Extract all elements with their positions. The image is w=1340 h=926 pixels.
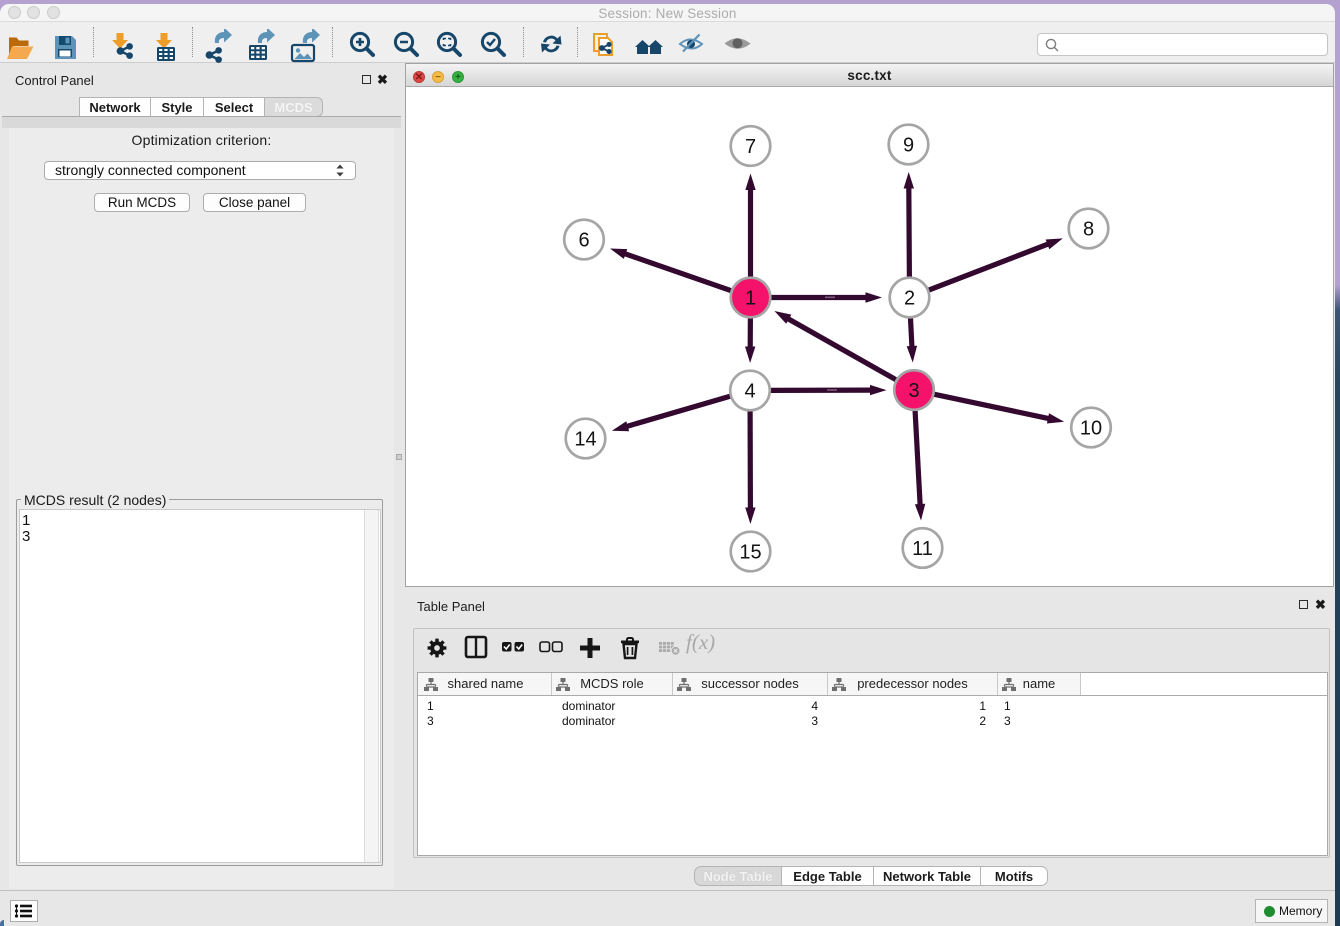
svg-text:9: 9 [903, 135, 914, 157]
svg-text:6: 6 [578, 230, 589, 252]
svg-text:3: 3 [908, 380, 919, 402]
svg-text:2: 2 [904, 288, 915, 310]
svg-text:7: 7 [745, 136, 756, 158]
svg-text:15: 15 [739, 542, 761, 564]
svg-text:4: 4 [744, 381, 755, 403]
svg-text:1: 1 [745, 288, 756, 310]
svg-text:11: 11 [912, 538, 933, 560]
svg-text:10: 10 [1080, 418, 1102, 440]
svg-text:14: 14 [574, 429, 596, 451]
svg-text:8: 8 [1083, 219, 1094, 241]
